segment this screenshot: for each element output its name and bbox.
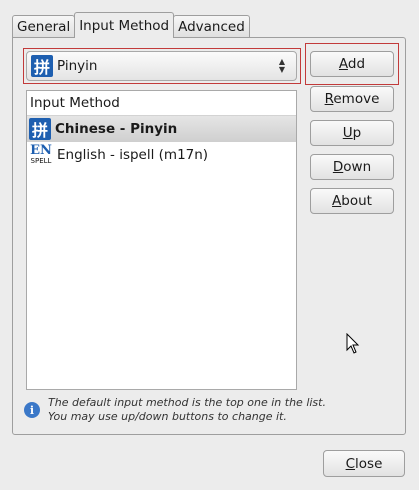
input-method-list[interactable]: Input Method 拼 Chinese - Pinyin EN SPELL… [26,90,297,390]
list-column-header[interactable]: Input Method [27,91,296,116]
about-button[interactable]: About [310,188,394,214]
info-icon: i [24,402,40,418]
list-item-label: English - ispell (m17n) [57,147,209,163]
close-button-label: Close [345,455,383,472]
tab-bar: General Input Method Advanced [12,12,250,38]
tab-advanced-label: Advanced [178,19,245,35]
down-button[interactable]: Down [310,154,394,180]
info-line-2: You may use up/down buttons to change it… [48,410,287,423]
remove-button-label: Remove [324,91,380,107]
tab-general[interactable]: General [12,15,76,38]
combo-arrows-icon: ▲ ▼ [278,57,286,74]
close-button[interactable]: Close [323,450,405,477]
list-item[interactable]: EN SPELL English - ispell (m17n) [27,142,296,168]
tab-input-method-label: Input Method [79,17,170,34]
list-header-label: Input Method [30,95,120,111]
info-line-1: The default input method is the top one … [48,396,326,409]
en-spell-icon: EN SPELL [29,143,53,165]
add-button-label: Add [338,56,366,72]
remove-button[interactable]: Remove [310,86,394,112]
en-spell-icon-top: EN [30,143,52,158]
en-spell-icon-bottom: SPELL [30,157,52,165]
pinyin-ime-icon: 拼 [29,118,51,140]
info-text: The default input method is the top one … [48,396,388,424]
input-method-combo[interactable]: 拼 Pinyin ▲ ▼ [26,51,297,81]
list-item[interactable]: 拼 Chinese - Pinyin [27,116,296,142]
tab-input-method[interactable]: Input Method [74,12,175,38]
about-button-label: About [332,193,372,209]
down-button-label: Down [332,159,372,175]
list-item-label: Chinese - Pinyin [55,121,178,137]
pinyin-ime-icon: 拼 [31,55,53,77]
add-button[interactable]: Add [310,51,394,77]
up-button[interactable]: Up [310,120,394,146]
tab-general-label: General [17,19,71,35]
tab-advanced[interactable]: Advanced [173,15,250,38]
combo-selected-label: Pinyin [57,58,98,74]
mouse-pointer-icon [346,333,360,354]
up-button-label: Up [342,125,362,141]
